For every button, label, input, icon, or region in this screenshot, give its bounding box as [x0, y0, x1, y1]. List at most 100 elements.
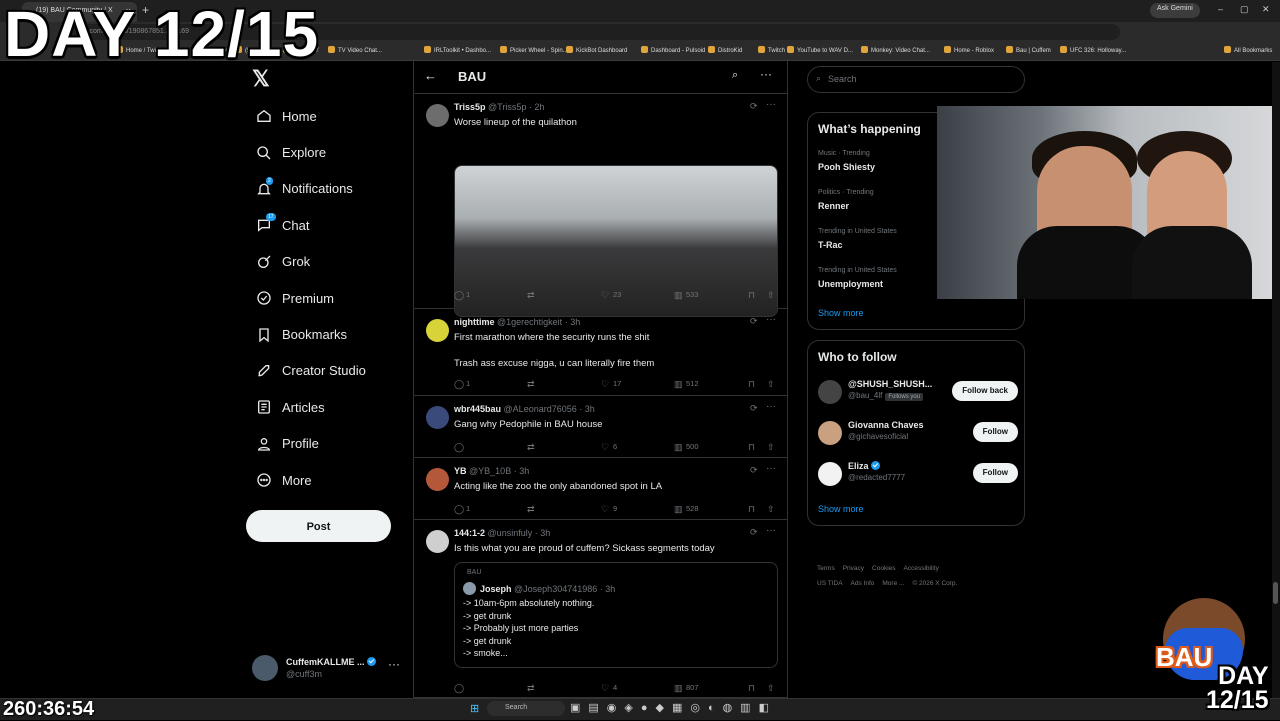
follow-button[interactable]: Follow back [952, 381, 1018, 401]
views-icon[interactable]: ▥ [674, 683, 683, 694]
nav-item-more[interactable]: More [246, 462, 406, 498]
reply-icon[interactable]: ◯ [454, 504, 464, 515]
trend-item[interactable]: Renner [818, 201, 849, 211]
tweet[interactable]: YB @YB_10B · 3h ⟳ ··· Acting like the zoo t… [414, 458, 787, 520]
scrollbar[interactable] [1272, 62, 1280, 698]
views-icon[interactable]: ▥ [674, 504, 683, 515]
share-icon[interactable]: ⇧ [767, 379, 775, 390]
footer-link[interactable]: Privacy [843, 565, 864, 572]
ask-gemini-button[interactable]: Ask Gemini [1150, 3, 1200, 18]
footer-link[interactable]: Terms [817, 565, 835, 572]
author-name[interactable]: YB [454, 466, 467, 476]
taskbar-search[interactable]: Search [487, 701, 565, 716]
reply-icon[interactable]: ◯ [454, 290, 464, 301]
tweet-time[interactable]: · 3h [565, 317, 581, 327]
more-dots-icon[interactable]: ··· [766, 401, 776, 412]
grok-icon[interactable]: ⟳ [750, 101, 758, 112]
retweet-icon[interactable]: ⇄ [527, 504, 535, 515]
more-dots-icon[interactable]: ··· [760, 67, 772, 81]
tweet[interactable]: 144:1-2 @unsinfuly · 3h ⟳ ··· Is this what … [414, 520, 787, 698]
avatar[interactable] [818, 462, 842, 486]
suggestion-name[interactable]: @SHUSH_SHUSH... [848, 379, 932, 389]
nav-item-notifications[interactable]: 2 Notifications [246, 171, 406, 207]
reply-icon[interactable]: ◯ [454, 442, 464, 453]
bookmark-icon[interactable]: ⊓ [748, 683, 755, 694]
nav-item-profile[interactable]: Profile [246, 426, 406, 462]
views-icon[interactable]: ▥ [674, 379, 683, 390]
bookmark-item[interactable]: IRLToolkit • Dashbo... [424, 46, 491, 54]
nav-item-chat[interactable]: 17 Chat [246, 207, 406, 243]
tweet-time[interactable]: · 3h [535, 528, 551, 538]
account-switcher[interactable]: CuffemKALLME ... @cuff3m ··· [252, 655, 412, 685]
footer-link[interactable]: Cookies [872, 565, 895, 572]
avatar[interactable] [426, 530, 449, 553]
avatar[interactable] [426, 406, 449, 429]
views-icon[interactable]: ▥ [674, 442, 683, 453]
grok-icon[interactable]: ⟳ [750, 465, 758, 476]
like-icon[interactable]: ♡ [601, 290, 609, 301]
bookmark-item[interactable]: Twitch [758, 46, 785, 54]
bookmark-item[interactable]: DistroKid [708, 46, 742, 54]
bookmark-item[interactable]: Dashboard - Pulsoid [641, 46, 705, 54]
author-handle[interactable]: @Triss5p [488, 102, 526, 112]
footer-link[interactable]: Ads Info [851, 580, 875, 587]
like-icon[interactable]: ♡ [601, 504, 609, 515]
author-name[interactable]: wbr445bau [454, 404, 501, 414]
bookmark-item[interactable]: Picker Wheel - Spin... [500, 46, 568, 54]
retweet-icon[interactable]: ⇄ [527, 290, 535, 301]
reply-icon[interactable]: ◯ [454, 379, 464, 390]
trend-item[interactable]: Pooh Shiesty [818, 162, 875, 172]
tweet-time[interactable]: · 3h [514, 466, 530, 476]
share-icon[interactable]: ⇧ [767, 290, 775, 301]
like-icon[interactable]: ♡ [601, 683, 609, 694]
trend-item[interactable]: T-Rac [818, 240, 843, 250]
bookmark-icon[interactable]: ⊓ [748, 379, 755, 390]
minimize-icon[interactable]: – [1218, 4, 1223, 14]
avatar[interactable] [426, 468, 449, 491]
maximize-icon[interactable]: ▢ [1240, 4, 1249, 15]
bookmark-item[interactable]: Bau | Cuffem [1006, 46, 1051, 54]
avatar[interactable] [818, 380, 842, 404]
share-icon[interactable]: ⇧ [767, 683, 775, 694]
avatar[interactable] [426, 104, 449, 127]
tweet[interactable]: nighttime @1gerechtigkeit · 3h ⟳ ··· First … [414, 309, 787, 396]
author-name[interactable]: 144:1-2 [454, 528, 485, 538]
tweet-time[interactable]: · 3h [579, 404, 595, 414]
retweet-icon[interactable]: ⇄ [527, 442, 535, 453]
back-arrow-icon[interactable]: ← [424, 68, 437, 83]
footer-link[interactable]: © 2026 X Corp. [912, 580, 957, 587]
like-icon[interactable]: ♡ [601, 442, 609, 453]
bookmark-item[interactable]: Monkey: Video Chat... [861, 46, 930, 54]
nav-item-explore[interactable]: Explore [246, 134, 406, 170]
follow-suggestion[interactable]: @SHUSH_SHUSH... @bau_4lf Follows you Follow… [818, 378, 1018, 408]
retweet-icon[interactable]: ⇄ [527, 683, 535, 694]
author-handle[interactable]: @1gerechtigkeit [497, 317, 562, 327]
share-icon[interactable]: ⇧ [767, 504, 775, 515]
grok-icon[interactable]: ⟳ [750, 403, 758, 414]
search-icon[interactable]: ⌕ [732, 69, 738, 82]
more-dots-icon[interactable]: ··· [766, 314, 776, 325]
bookmark-icon[interactable]: ⊓ [748, 504, 755, 515]
grok-icon[interactable]: ⟳ [750, 316, 758, 327]
nav-item-articles[interactable]: Articles [246, 389, 406, 425]
bookmark-item[interactable]: YouTube to WAV D... [787, 46, 853, 54]
follow-suggestion[interactable]: Giovanna Chaves @gichavesoficial Follow [818, 419, 1018, 449]
bookmark-icon[interactable]: ⊓ [748, 290, 755, 301]
close-window-icon[interactable]: ✕ [1262, 4, 1270, 15]
nav-item-grok[interactable]: Grok [246, 244, 406, 280]
like-icon[interactable]: ♡ [601, 379, 609, 390]
all-bookmarks[interactable]: All Bookmarks [1224, 46, 1272, 54]
more-dots-icon[interactable]: ··· [766, 99, 776, 110]
author-name[interactable]: Triss5p [454, 102, 486, 112]
windows-start-icon[interactable]: ⊞ [470, 702, 479, 715]
trend-item[interactable]: Unemployment [818, 279, 883, 289]
bookmark-item[interactable]: KickBot Dashboard [566, 46, 627, 54]
author-handle[interactable]: @YB_10B [469, 466, 511, 476]
scrollbar-thumb[interactable] [1273, 582, 1278, 604]
search-input[interactable]: ⌕ Search [807, 66, 1025, 93]
nav-item-bookmarks[interactable]: Bookmarks [246, 316, 406, 352]
follow-button[interactable]: Follow [972, 463, 1018, 483]
grok-icon[interactable]: ⟳ [750, 527, 758, 538]
retweet-icon[interactable]: ⇄ [527, 379, 535, 390]
show-more-link[interactable]: Show more [818, 308, 864, 318]
